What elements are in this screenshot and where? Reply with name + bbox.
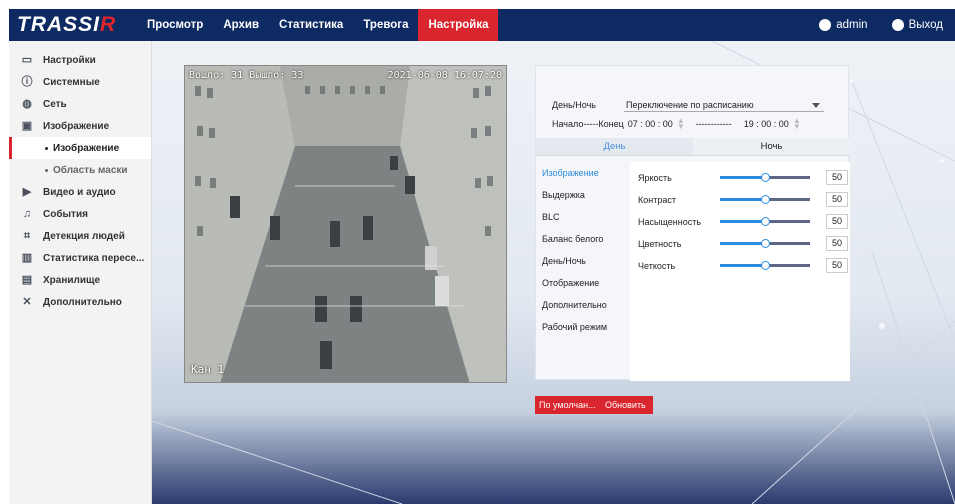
sidebar-item-events[interactable]: ♫ События <box>9 203 151 225</box>
image-settings-panel: День/Ночь Переключение по расписанию Нач… <box>535 65 850 381</box>
menu-item-blc[interactable]: BLC <box>536 206 628 228</box>
daynight-mode-select[interactable]: Переключение по расписанию <box>624 98 824 112</box>
menu-item-image[interactable]: Изображение <box>536 162 628 184</box>
tools-icon: ✕ <box>22 296 32 308</box>
spinner-icon[interactable]: ▲ ▼ <box>792 117 802 131</box>
hue-slider[interactable] <box>720 239 810 248</box>
contrast-row: Контраст 50 <box>638 192 848 207</box>
monitor-icon: ▭ <box>21 54 33 66</box>
brightness-row: Яркость 50 <box>638 170 848 185</box>
user-name: admin <box>836 19 868 31</box>
sharpness-row: Четкость 50 <box>638 258 848 273</box>
stats-icon: ▥ <box>21 252 33 264</box>
sidebar-item-storage[interactable]: ▤ Хранилище <box>9 269 151 291</box>
menu-item-work-mode[interactable]: Рабочий режим <box>536 316 628 338</box>
sidebar-item-network[interactable]: ◍ Сеть <box>9 93 151 115</box>
hue-row: Цветность 50 <box>638 236 848 251</box>
menu-item-advanced[interactable]: Дополнительно <box>536 294 628 316</box>
brightness-slider[interactable] <box>720 173 810 182</box>
menu-item-display[interactable]: Отображение <box>536 272 628 294</box>
hue-value[interactable]: 50 <box>826 236 848 251</box>
main-nav: Просмотр Архив Статистика Тревога Настро… <box>137 9 499 41</box>
user-menu[interactable]: admin <box>819 19 868 31</box>
sidebar-subitem-image[interactable]: Изображение <box>9 137 151 159</box>
bell-icon: ♫ <box>22 208 32 220</box>
nav-view[interactable]: Просмотр <box>137 9 213 41</box>
saturation-slider[interactable] <box>720 217 810 226</box>
osd-channel: Кан 1 <box>191 363 225 376</box>
contrast-slider[interactable] <box>720 195 810 204</box>
nav-settings[interactable]: Настройка <box>418 9 499 41</box>
daynight-label: День/Ночь <box>552 100 596 110</box>
menu-item-day-night[interactable]: День/Ночь <box>536 250 628 272</box>
logo: TRASSIR <box>17 13 117 36</box>
image-icon: ▣ <box>21 120 33 132</box>
time-range-label: Начало-----Конец <box>552 119 624 129</box>
globe-icon: ◍ <box>22 98 32 110</box>
sidebar-item-image[interactable]: ▣ Изображение <box>9 115 151 137</box>
sidebar-item-settings[interactable]: ▭ Настройки <box>9 49 151 71</box>
image-settings-menu: Изображение Выдержка BLC Баланс белого Д… <box>536 162 628 338</box>
spinner-icon[interactable]: ▲ ▼ <box>676 117 686 131</box>
video-preview[interactable]: Вошло: 31 Вышло: 33 2021-06-08 16:07:20 … <box>184 65 507 383</box>
start-time-input[interactable]: 07 : 00 : 00 ▲ ▼ <box>628 117 686 131</box>
logout-icon <box>891 19 904 31</box>
sidebar-item-crossing-stats[interactable]: ▥ Статистика пересе... <box>9 247 151 269</box>
sharpness-value[interactable]: 50 <box>826 258 848 273</box>
video-icon: ▶ <box>22 186 32 198</box>
refresh-button[interactable]: Обновить <box>598 396 653 414</box>
main-content: Вошло: 31 Вышло: 33 2021-06-08 16:07:20 … <box>152 41 955 504</box>
nav-archive[interactable]: Архив <box>213 9 269 41</box>
tab-day[interactable]: День <box>536 138 693 155</box>
saturation-row: Насыщенность 50 <box>638 214 848 229</box>
info-icon: ⓘ <box>21 76 33 88</box>
menu-item-exposure[interactable]: Выдержка <box>536 184 628 206</box>
tab-night[interactable]: Ночь <box>693 138 850 155</box>
logout-label: Выход <box>908 19 943 31</box>
top-bar: TRASSIR Просмотр Архив Статистика Тревог… <box>9 9 955 41</box>
contrast-value[interactable]: 50 <box>826 192 848 207</box>
sidebar: ▭ Настройки ⓘ Системные ◍ Сеть ▣ Изображение… <box>9 41 152 504</box>
camera-image <box>185 66 506 382</box>
logout-button[interactable]: Выход <box>891 19 943 31</box>
menu-item-white-balance[interactable]: Баланс белого <box>536 228 628 250</box>
nav-statistics[interactable]: Статистика <box>269 9 353 41</box>
osd-people-count: Вошло: 31 Вышло: 33 <box>189 70 304 81</box>
osd-timestamp: 2021-06-08 16:07:20 <box>387 70 502 81</box>
sidebar-item-people-detection[interactable]: ⌗ Детекция людей <box>9 225 151 247</box>
sidebar-item-video-audio[interactable]: ▶ Видео и аудио <box>9 181 151 203</box>
sidebar-item-advanced[interactable]: ✕ Дополнительно <box>9 291 151 313</box>
saturation-value[interactable]: 50 <box>826 214 848 229</box>
brightness-value[interactable]: 50 <box>826 170 848 185</box>
end-time-input[interactable]: 19 : 00 : 00 ▲ ▼ <box>744 117 802 131</box>
save-icon: ▤ <box>21 274 33 286</box>
nav-alarm[interactable]: Тревога <box>353 9 418 41</box>
default-button[interactable]: По умолчан... <box>535 396 600 414</box>
sharpness-slider[interactable] <box>720 261 810 270</box>
time-separator: ------------ <box>695 119 732 129</box>
sidebar-item-system[interactable]: ⓘ Системные <box>9 71 151 93</box>
user-icon <box>819 19 832 31</box>
day-night-tabs: День Ночь <box>536 138 850 156</box>
person-detect-icon: ⌗ <box>23 230 31 242</box>
slider-settings: Яркость 50 Контраст 50 Насыщенность 50 Ц… <box>630 162 850 381</box>
sidebar-subitem-mask-area[interactable]: Область маски <box>9 159 151 181</box>
chevron-down-icon <box>812 103 820 108</box>
